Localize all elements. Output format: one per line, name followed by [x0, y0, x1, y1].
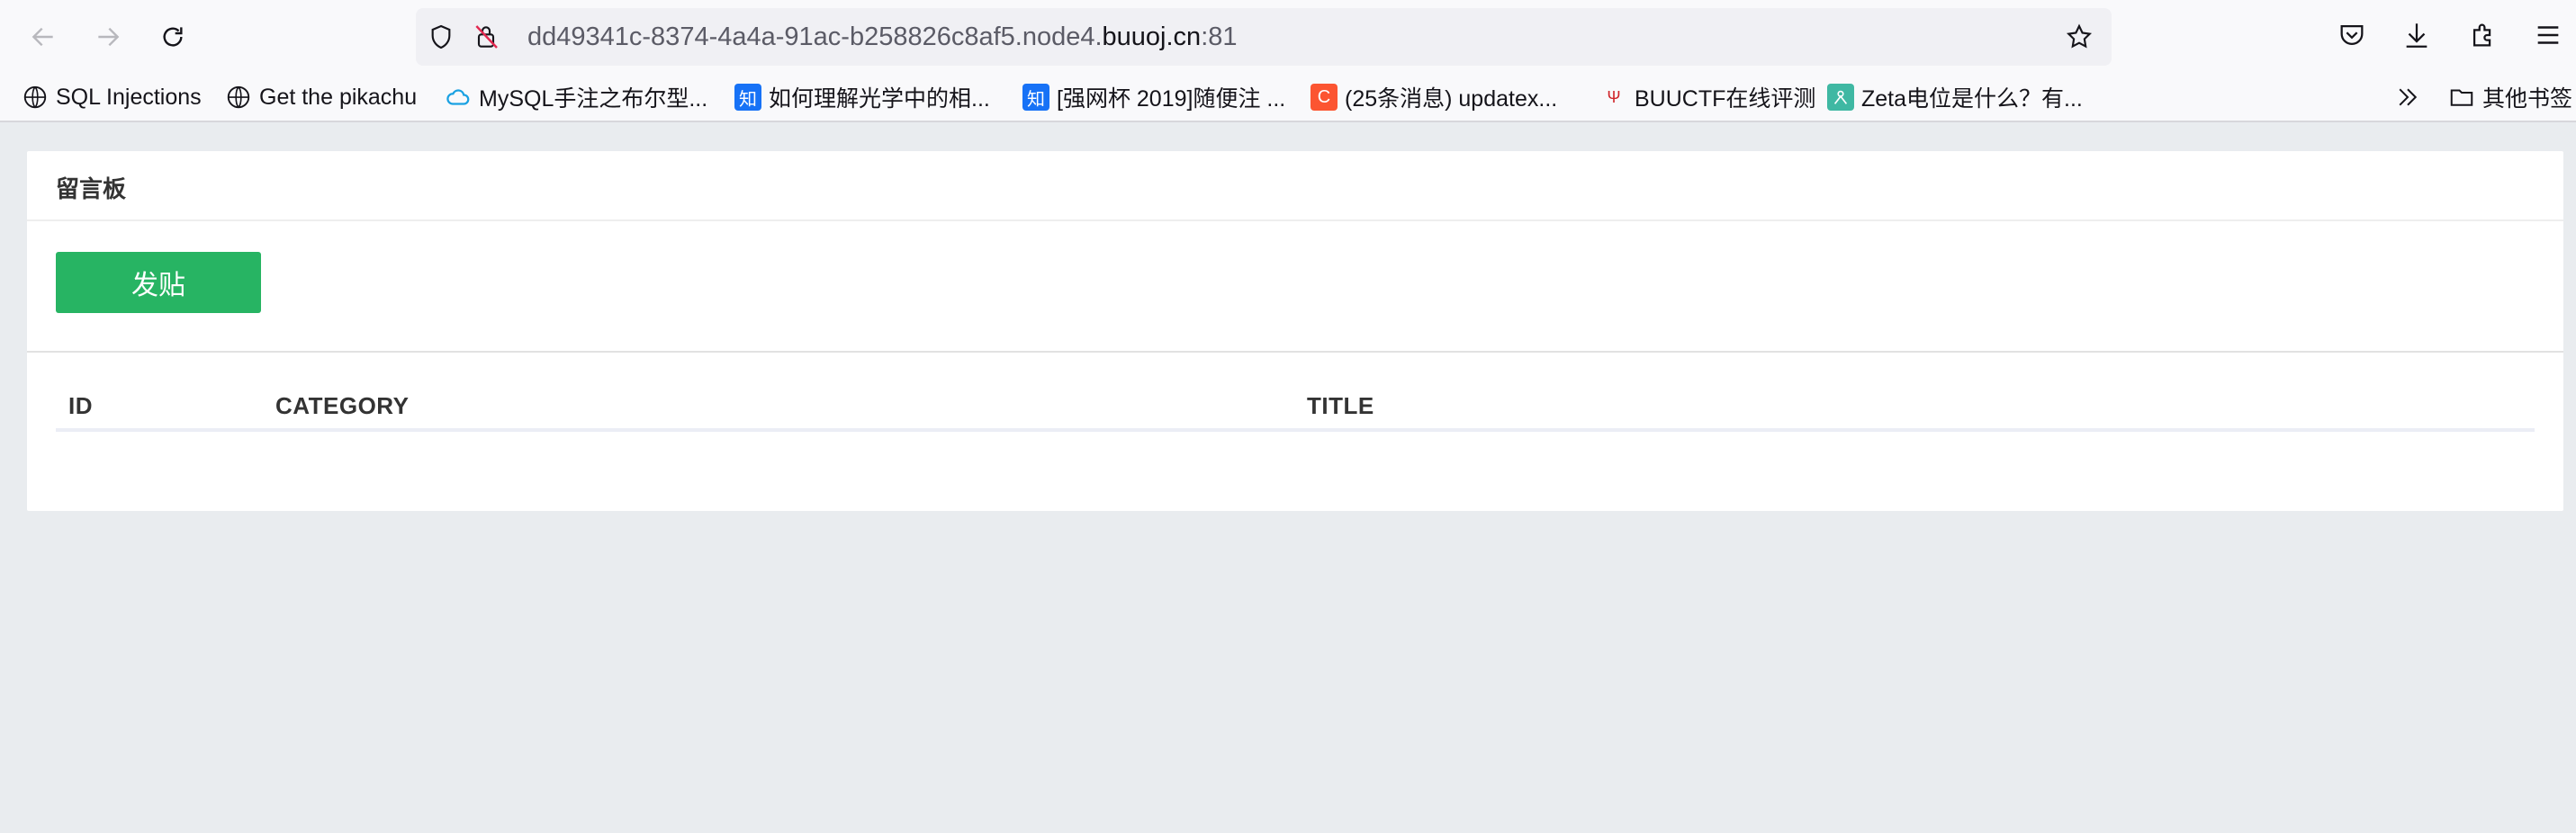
- message-board-panel: 留言板 发贴 ID CATEGORY TITLE: [27, 151, 2563, 511]
- page-title: 留言板: [56, 175, 127, 202]
- hamburger-menu-icon: [2537, 26, 2559, 44]
- bookmark-item[interactable]: Zeta电位是什么？有...: [1827, 79, 2083, 115]
- panel-header: 留言板: [27, 151, 2563, 221]
- bookmarks-bar: SQL Injections Get the pikachu MySQL手注之布…: [0, 74, 2576, 122]
- bookmark-item[interactable]: Get the pikachu: [225, 79, 417, 115]
- url-domain: buuoj.cn: [1102, 22, 1202, 51]
- column-header-title[interactable]: TITLE: [1307, 392, 1374, 420]
- folder-icon: [2448, 84, 2475, 111]
- zeta-icon: [1827, 84, 1854, 111]
- buuctf-icon: Ψ: [1607, 87, 1621, 106]
- puzzle-icon: [2472, 23, 2491, 47]
- downloads-button[interactable]: [2401, 20, 2436, 54]
- bookmark-label: (25条消息) updatex...: [1345, 86, 1558, 112]
- bookmark-label: BUUCTF在线评测: [1635, 86, 1816, 112]
- extensions-button[interactable]: [2468, 20, 2502, 54]
- arrow-right-icon: [98, 27, 120, 47]
- column-header-id[interactable]: ID: [68, 392, 93, 420]
- bookmark-label: MySQL手注之布尔型...: [479, 86, 708, 112]
- bookmark-item[interactable]: 知 [强网杯 2019]随便注 ...: [1022, 79, 1285, 115]
- address-bar[interactable]: dd49341c-8374-4a4a-91ac-b258826c8af5.nod…: [416, 8, 2112, 66]
- zhihu-icon: 知: [1022, 84, 1049, 111]
- more-bookmarks-button[interactable]: [2394, 79, 2421, 115]
- bookmark-label: Get the pikachu: [259, 84, 418, 110]
- bookmark-item[interactable]: C (25条消息) updatex...: [1311, 79, 1557, 115]
- pocket-icon: [2340, 24, 2364, 45]
- table-header: ID CATEGORY TITLE: [56, 387, 2535, 432]
- star-icon[interactable]: [2065, 22, 2094, 51]
- globe-icon: [225, 84, 252, 111]
- app-menu-button[interactable]: [2533, 20, 2567, 54]
- cloud-icon: [445, 84, 472, 111]
- pocket-button[interactable]: [2337, 20, 2371, 54]
- bookmark-label: SQL Injections: [56, 84, 202, 110]
- other-bookmarks-label: 其他书签: [2482, 86, 2573, 112]
- insecure-lock-icon[interactable]: [472, 22, 500, 51]
- column-header-category[interactable]: CATEGORY: [275, 392, 409, 420]
- posts-table: ID CATEGORY TITLE: [56, 387, 2535, 432]
- bookmark-label: Zeta电位是什么？有...: [1861, 86, 2083, 112]
- bookmark-item[interactable]: MySQL手注之布尔型...: [445, 79, 707, 115]
- url-text[interactable]: dd49341c-8374-4a4a-91ac-b258826c8af5.nod…: [527, 8, 1238, 66]
- post-button[interactable]: 发贴: [56, 252, 261, 313]
- csdn-icon: C: [1311, 84, 1338, 111]
- other-bookmarks-folder[interactable]: 其他书签: [2448, 79, 2572, 115]
- shield-icon[interactable]: [427, 22, 455, 51]
- reload-icon: [163, 27, 183, 47]
- bookmark-item[interactable]: SQL Injections: [22, 79, 202, 115]
- bookmark-item[interactable]: 知 如何理解光学中的相...: [734, 79, 990, 115]
- url-prefix: dd49341c-8374-4a4a-91ac-b258826c8af5.nod…: [527, 22, 1103, 51]
- back-button[interactable]: [23, 17, 63, 57]
- divider: [27, 351, 2563, 353]
- arrow-left-icon: [32, 27, 53, 47]
- chevron-double-right-icon: [2399, 88, 2418, 106]
- download-icon: [2406, 23, 2427, 48]
- bookmark-item[interactable]: Ψ BUUCTF在线评测: [1600, 79, 1815, 115]
- reload-button[interactable]: [153, 17, 193, 57]
- zhihu-icon: 知: [734, 84, 761, 111]
- url-port: :81: [1201, 22, 1238, 51]
- forward-button[interactable]: [88, 17, 128, 57]
- bookmark-label: 如何理解光学中的相...: [769, 86, 990, 112]
- globe-icon: [22, 84, 49, 111]
- browser-toolbar: dd49341c-8374-4a4a-91ac-b258826c8af5.nod…: [0, 0, 2576, 74]
- bookmark-label: [强网杯 2019]随便注 ...: [1057, 86, 1286, 112]
